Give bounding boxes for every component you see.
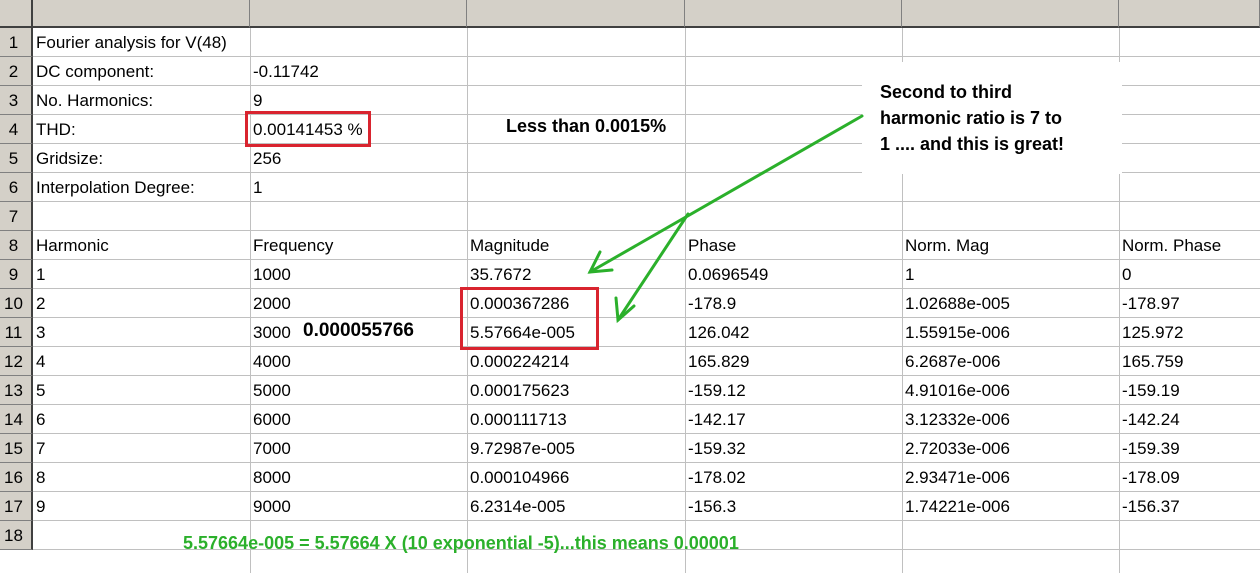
spreadsheet: 1 2 3 4 5 6 7 8 9 10 11 12 13 14 15 16 17 18 Fourier anal… [0, 0, 1260, 573]
arrow-overlay [587, 114, 864, 324]
arrow-to-third-harmonic [616, 212, 690, 322]
arrow-to-second-harmonic [588, 114, 864, 274]
